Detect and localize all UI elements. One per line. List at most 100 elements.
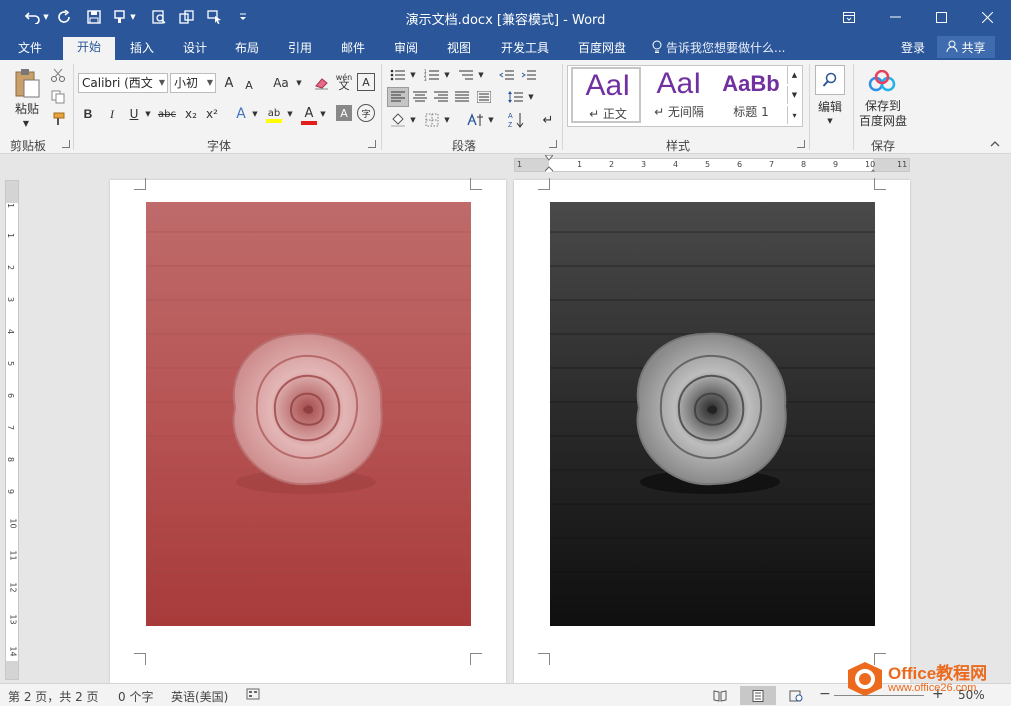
- tab-view[interactable]: 视图: [437, 38, 481, 60]
- style-heading1[interactable]: AaBb 标题 1: [716, 67, 786, 123]
- distributed-icon[interactable]: [474, 87, 494, 107]
- gallery-more-icon[interactable]: ▾: [787, 106, 801, 124]
- style-no-spacing[interactable]: AaI ↵ 无间隔: [644, 67, 714, 123]
- enclose-char-icon[interactable]: 字: [357, 104, 375, 122]
- bullets-icon[interactable]: [388, 66, 408, 84]
- format-painter-icon[interactable]: [49, 110, 67, 128]
- underline-button[interactable]: U: [126, 104, 142, 124]
- chevron-down-icon[interactable]: ▼: [318, 104, 328, 124]
- font-color-icon[interactable]: A: [300, 104, 318, 126]
- tab-insert[interactable]: 插入: [120, 38, 164, 60]
- baidu-cloud-icon[interactable]: [867, 68, 897, 94]
- change-case-button[interactable]: Aa: [268, 73, 294, 93]
- word-count[interactable]: 0 个字: [118, 688, 153, 705]
- font-launcher-icon[interactable]: [368, 140, 376, 148]
- paste-icon[interactable]: [10, 66, 44, 100]
- vertical-ruler[interactable]: 1 1 2 3 4 5 6 7 8 9 10 11 12 13 14 15: [5, 180, 19, 680]
- tab-layout[interactable]: 布局: [225, 38, 269, 60]
- phonetic-guide-icon[interactable]: wén 文: [334, 71, 354, 93]
- save-baidu-line2[interactable]: 百度网盘: [856, 113, 910, 128]
- superscript-button[interactable]: x²: [203, 104, 221, 124]
- gallery-up-icon[interactable]: ▲: [787, 66, 801, 84]
- shading-icon[interactable]: [388, 110, 408, 130]
- page-1[interactable]: [110, 178, 506, 683]
- align-right-icon[interactable]: [431, 87, 451, 107]
- chevron-down-icon[interactable]: ▼: [442, 66, 452, 84]
- font-name-combo[interactable]: Calibri (西文 ▼: [78, 73, 168, 93]
- collapse-ribbon-icon[interactable]: [988, 138, 1002, 150]
- justify-icon[interactable]: [452, 87, 472, 107]
- paragraph-launcher-icon[interactable]: [549, 140, 557, 148]
- document-area[interactable]: [24, 172, 1011, 683]
- shrink-font-icon[interactable]: A: [240, 75, 258, 95]
- ribbon-display-icon[interactable]: [826, 0, 872, 34]
- rose-image-grayscale[interactable]: [550, 202, 875, 626]
- bold-button[interactable]: B: [80, 104, 96, 124]
- chevron-down-icon[interactable]: ▼: [824, 116, 836, 126]
- tab-home[interactable]: 开始: [63, 37, 115, 60]
- gallery-down-icon[interactable]: ▼: [787, 86, 801, 104]
- login-link[interactable]: 登录: [901, 39, 925, 56]
- page-count[interactable]: 第 2 页，共 2 页: [8, 688, 99, 705]
- print-layout-icon[interactable]: [740, 686, 776, 705]
- italic-button[interactable]: I: [104, 104, 120, 124]
- editing-button[interactable]: 编辑: [812, 98, 848, 114]
- read-mode-icon[interactable]: [702, 686, 738, 705]
- chevron-down-icon[interactable]: ▼: [442, 110, 452, 130]
- strikethrough-button[interactable]: abc: [156, 104, 178, 124]
- tab-design[interactable]: 设计: [173, 38, 217, 60]
- share-button[interactable]: 共享: [937, 36, 995, 58]
- char-border-icon[interactable]: A: [357, 73, 375, 91]
- cut-icon[interactable]: [49, 66, 67, 84]
- horizontal-ruler[interactable]: 1 1 2 3 4 5 6 7 8 9 10 11: [514, 154, 910, 177]
- chevron-down-icon[interactable]: ▼: [408, 66, 418, 84]
- text-effect-icon[interactable]: A: [232, 104, 250, 124]
- zoom-out-icon[interactable]: −: [819, 686, 831, 702]
- decrease-indent-icon[interactable]: [497, 66, 517, 84]
- language[interactable]: 英语(美国): [171, 688, 228, 705]
- copy-icon[interactable]: [49, 88, 67, 106]
- tab-mailings[interactable]: 邮件: [331, 38, 375, 60]
- tab-review[interactable]: 审阅: [384, 38, 428, 60]
- find-icon[interactable]: [815, 65, 845, 95]
- chevron-down-icon[interactable]: ▼: [526, 87, 536, 107]
- styles-launcher-icon[interactable]: [797, 140, 805, 148]
- clipboard-launcher-icon[interactable]: [62, 140, 70, 148]
- paste-label[interactable]: 粘贴: [10, 100, 44, 116]
- tab-baidu[interactable]: 百度网盘: [570, 38, 634, 60]
- chevron-down-icon[interactable]: ▼: [486, 110, 496, 130]
- rose-image-red[interactable]: [146, 202, 471, 626]
- font-size-combo[interactable]: 小初 ▼: [170, 73, 216, 93]
- paste-dropdown-icon[interactable]: ▼: [18, 118, 34, 128]
- minimize-icon[interactable]: [872, 0, 918, 34]
- chevron-down-icon[interactable]: ▼: [294, 73, 304, 93]
- sort-icon[interactable]: AZ: [506, 109, 526, 131]
- borders-icon[interactable]: [422, 110, 442, 130]
- page-2[interactable]: [514, 178, 910, 683]
- chinese-layout-icon[interactable]: [464, 110, 486, 130]
- subscript-button[interactable]: x₂: [182, 104, 200, 124]
- tab-file[interactable]: 文件: [8, 38, 52, 60]
- grow-font-icon[interactable]: A: [220, 73, 238, 93]
- align-center-icon[interactable]: [410, 87, 430, 107]
- show-marks-icon[interactable]: ↵: [538, 110, 558, 130]
- chevron-down-icon[interactable]: ▼: [408, 110, 418, 130]
- multilevel-list-icon[interactable]: [456, 66, 476, 84]
- highlight-icon[interactable]: ab: [264, 104, 284, 126]
- increase-indent-icon[interactable]: [519, 66, 539, 84]
- close-icon[interactable]: [964, 0, 1010, 34]
- chevron-down-icon[interactable]: ▼: [476, 66, 486, 84]
- chevron-down-icon[interactable]: ▼: [250, 104, 260, 124]
- char-shading-icon[interactable]: A: [336, 105, 352, 121]
- tab-developer[interactable]: 开发工具: [494, 38, 556, 60]
- chevron-down-icon[interactable]: ▼: [143, 104, 153, 124]
- save-baidu-line1[interactable]: 保存到: [858, 98, 908, 113]
- maximize-icon[interactable]: [918, 0, 964, 34]
- chevron-down-icon[interactable]: ▼: [285, 104, 295, 124]
- numbering-icon[interactable]: 123: [422, 66, 442, 84]
- style-normal[interactable]: AaI ↵ 正文: [571, 67, 641, 123]
- web-layout-icon[interactable]: [778, 686, 814, 705]
- clear-format-icon[interactable]: [312, 73, 332, 93]
- macro-record-icon[interactable]: [246, 688, 260, 703]
- tell-me-box[interactable]: 告诉我您想要做什么...: [652, 39, 785, 56]
